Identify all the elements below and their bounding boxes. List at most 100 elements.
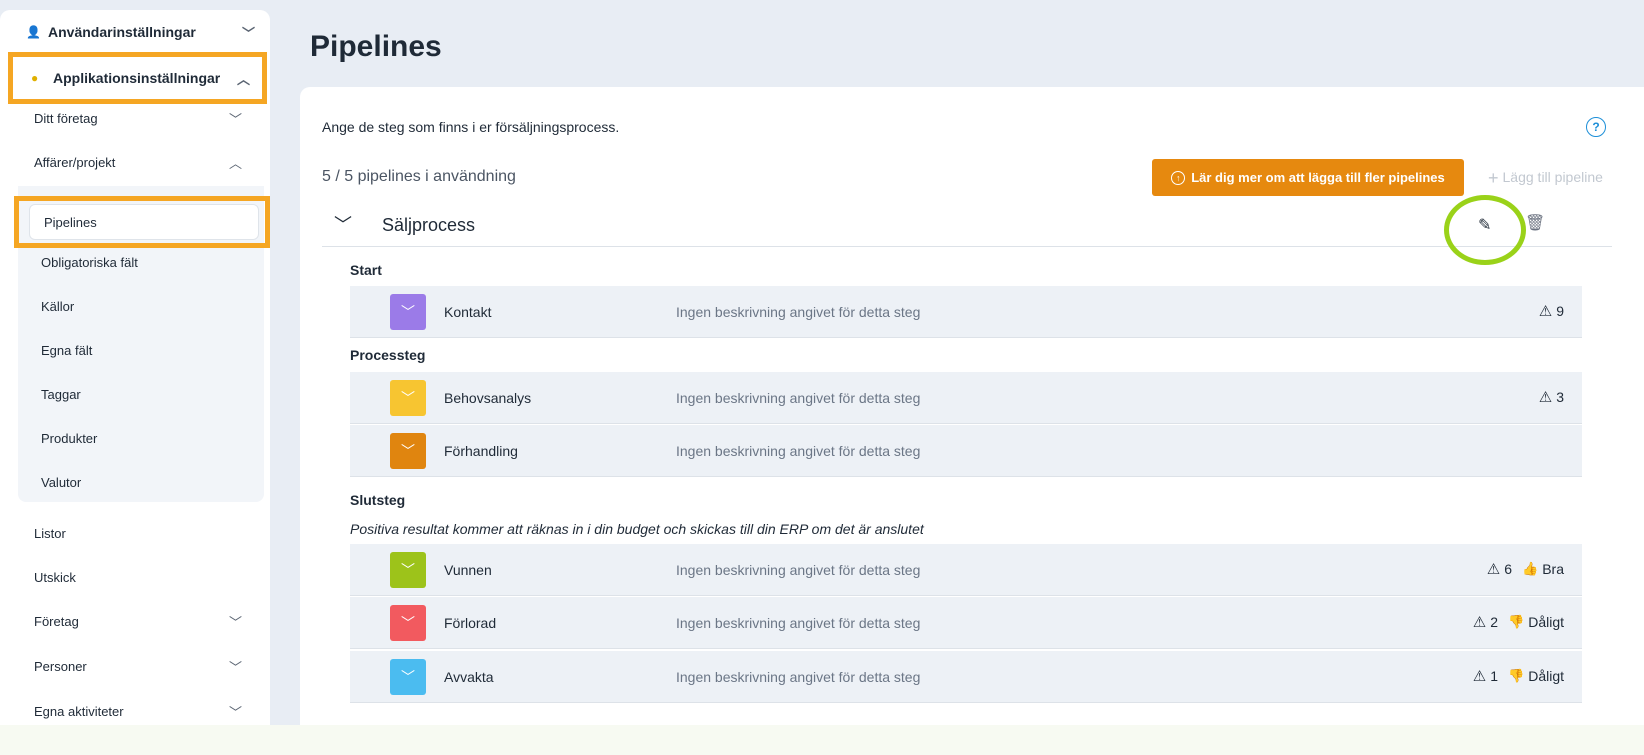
stage-name: Förlorad [444, 615, 497, 631]
stage-color-expand-icon[interactable]: ﹀ [390, 605, 426, 641]
section-process: Processteg [350, 347, 426, 363]
help-icon[interactable]: ? [1586, 117, 1606, 137]
thumbs-down-icon: 👎 [1508, 614, 1525, 629]
stage-warning-count: 2 [1490, 614, 1499, 630]
stage-warning-count: 3 [1556, 389, 1564, 405]
warning-icon: ⚠ [1538, 389, 1553, 406]
stage-warning-count: 9 [1556, 303, 1564, 319]
sidebar-item-label: Affärer/projekt [34, 154, 116, 170]
stage-description: Ingen beskrivning angivet för detta steg [676, 304, 921, 320]
sidebar-item-utskick[interactable]: Utskick [18, 557, 264, 597]
sidebar-item-affarer[interactable]: Affärer/projekt ︿ [18, 142, 264, 182]
sidebar-item-label: Ditt företag [34, 110, 98, 126]
stage-name: Avvakta [444, 669, 494, 685]
stage-color-expand-icon[interactable]: ﹀ [390, 552, 426, 588]
chevron-down-icon[interactable]: ﹀ [334, 211, 352, 237]
stage-result: Dåligt [1528, 668, 1564, 684]
stage-color-expand-icon[interactable]: ﹀ [390, 380, 426, 416]
sidebar-sub-kallor[interactable]: Källor [18, 286, 264, 326]
stage-description: Ingen beskrivning angivet för detta steg [676, 562, 921, 578]
sidebar-sub-obligatoriska[interactable]: Obligatoriska fält [18, 242, 264, 282]
warning-icon: ⚠ [1472, 614, 1487, 631]
stage-name: Kontakt [444, 304, 492, 320]
user-icon: 👤 [26, 25, 41, 39]
stage-stats: ⚠ 2 👎 Dåligt [1473, 613, 1564, 631]
stage-row[interactable]: ﹀ Vunnen Ingen beskrivning angivet för d… [350, 544, 1582, 596]
chevron-down-icon: ﹀ [241, 25, 255, 41]
sidebar-item-label: Egna aktiviteter [34, 703, 124, 719]
stage-stats: ⚠ 3 [1539, 388, 1564, 406]
sidebar-item-personer[interactable]: Personer ﹀ [18, 646, 264, 686]
pipeline-name: Säljprocess [382, 215, 476, 235]
stage-color-expand-icon[interactable]: ﹀ [390, 294, 426, 330]
pipelines-card: Ange de steg som finns i er försäljnings… [300, 87, 1644, 755]
warning-icon: ⚠ [1538, 303, 1553, 320]
sidebar-sub-pipelines-label: Pipelines [29, 204, 259, 240]
thumbs-up-icon: 👍 [1522, 561, 1539, 576]
stage-name: Behovsanalys [444, 390, 532, 406]
stage-name: Förhandling [444, 443, 518, 459]
stage-row[interactable]: ﹀ Förhandling Ingen beskrivning angivet … [350, 425, 1582, 477]
section-end: Slutsteg [350, 492, 406, 508]
stage-stats: ⚠ 1 👎 Dåligt [1473, 667, 1564, 685]
sidebar-item-foretag[interactable]: Företag ﹀ [18, 601, 264, 641]
chevron-down-icon: ﹀ [228, 659, 242, 675]
sidebar-item-label: Utskick [34, 569, 76, 585]
highlight-circle [1444, 195, 1526, 265]
chevron-down-icon: ﹀ [228, 704, 242, 720]
stage-color-expand-icon[interactable]: ﹀ [390, 659, 426, 695]
trash-icon[interactable]: 🗑 [1525, 213, 1545, 233]
sidebar-sub-produkter[interactable]: Produkter [18, 418, 264, 458]
sidebar-sub-taggar[interactable]: Taggar [18, 374, 264, 414]
sidebar-sub-valutor[interactable]: Valutor [18, 462, 264, 502]
sidebar-item-label: Företag [34, 613, 79, 629]
add-pipeline-button[interactable]: + Lägg till pipeline [1488, 168, 1603, 189]
sidebar-item-label: Personer [34, 658, 87, 674]
sidebar-app-settings[interactable]: ● Applikationsinställningar ︿ [8, 52, 267, 104]
stage-warning-count: 1 [1490, 668, 1499, 684]
stage-result: Dåligt [1528, 614, 1564, 630]
stage-result: Bra [1542, 561, 1564, 577]
sidebar-item-ditt-foretag[interactable]: Ditt företag ﹀ [18, 98, 264, 138]
stage-row[interactable]: ﹀ Förlorad Ingen beskrivning angivet för… [350, 597, 1582, 649]
sidebar-user-settings-label: Användarinställningar [48, 24, 196, 40]
stage-stats: ⚠ 9 [1539, 302, 1564, 320]
stage-row[interactable]: ﹀ Behovsanalys Ingen beskrivning angivet… [350, 372, 1582, 424]
stage-warning-count: 6 [1504, 561, 1513, 577]
learn-more-label: Lär dig mer om att lägga till fler pipel… [1191, 170, 1445, 185]
stage-description: Ingen beskrivning angivet för detta steg [676, 390, 921, 406]
pipeline-header: ﹀ Säljprocess ✎ 🗑 [322, 205, 1612, 247]
settings-sidebar: 👤 Användarinställningar ﹀ ● Applikations… [0, 10, 270, 755]
stage-description: Ingen beskrivning angivet för detta steg [676, 443, 921, 459]
stage-row[interactable]: ﹀ Avvakta Ingen beskrivning angivet för … [350, 651, 1582, 703]
plus-icon: + [1488, 168, 1499, 188]
stage-color-expand-icon[interactable]: ﹀ [390, 433, 426, 469]
sidebar-sub-egna-falt[interactable]: Egna fält [18, 330, 264, 370]
sidebar-sub-pipelines[interactable]: Pipelines [14, 196, 270, 248]
page-title: Pipelines [310, 30, 442, 63]
chevron-up-icon: ︿ [228, 155, 242, 171]
stage-description: Ingen beskrivning angivet för detta steg [676, 669, 921, 685]
bottom-strip [0, 725, 1644, 755]
chevron-up-icon: ︿ [236, 71, 250, 87]
stage-name: Vunnen [444, 562, 492, 578]
sidebar-user-settings[interactable]: 👤 Användarinställningar ﹀ [8, 10, 267, 54]
thumbs-down-icon: 👎 [1508, 668, 1525, 683]
sidebar-item-listor[interactable]: Listor [18, 513, 264, 553]
stage-description: Ingen beskrivning angivet för detta steg [676, 615, 921, 631]
stage-stats: ⚠ 6 👍 Bra [1487, 560, 1564, 578]
sidebar-app-settings-label: Applikationsinställningar [53, 70, 221, 86]
learn-more-button[interactable]: ↑ Lär dig mer om att lägga till fler pip… [1152, 159, 1464, 196]
warning-icon: ⚠ [1486, 561, 1501, 578]
chevron-down-icon: ﹀ [228, 111, 242, 127]
page-description: Ange de steg som finns i er försäljnings… [322, 119, 620, 135]
warning-icon: ⚠ [1472, 668, 1487, 685]
app-settings-icon: ● [31, 71, 39, 85]
stage-row[interactable]: ﹀ Kontakt Ingen beskrivning angivet för … [350, 286, 1582, 338]
sidebar-item-label: Listor [34, 525, 66, 541]
chevron-down-icon: ﹀ [228, 614, 242, 630]
arrow-up-icon: ↑ [1171, 170, 1186, 185]
section-end-note: Positiva resultat kommer att räknas in i… [350, 521, 924, 537]
pipeline-count: 5 / 5 pipelines i användning [322, 168, 516, 185]
section-start: Start [350, 262, 382, 278]
